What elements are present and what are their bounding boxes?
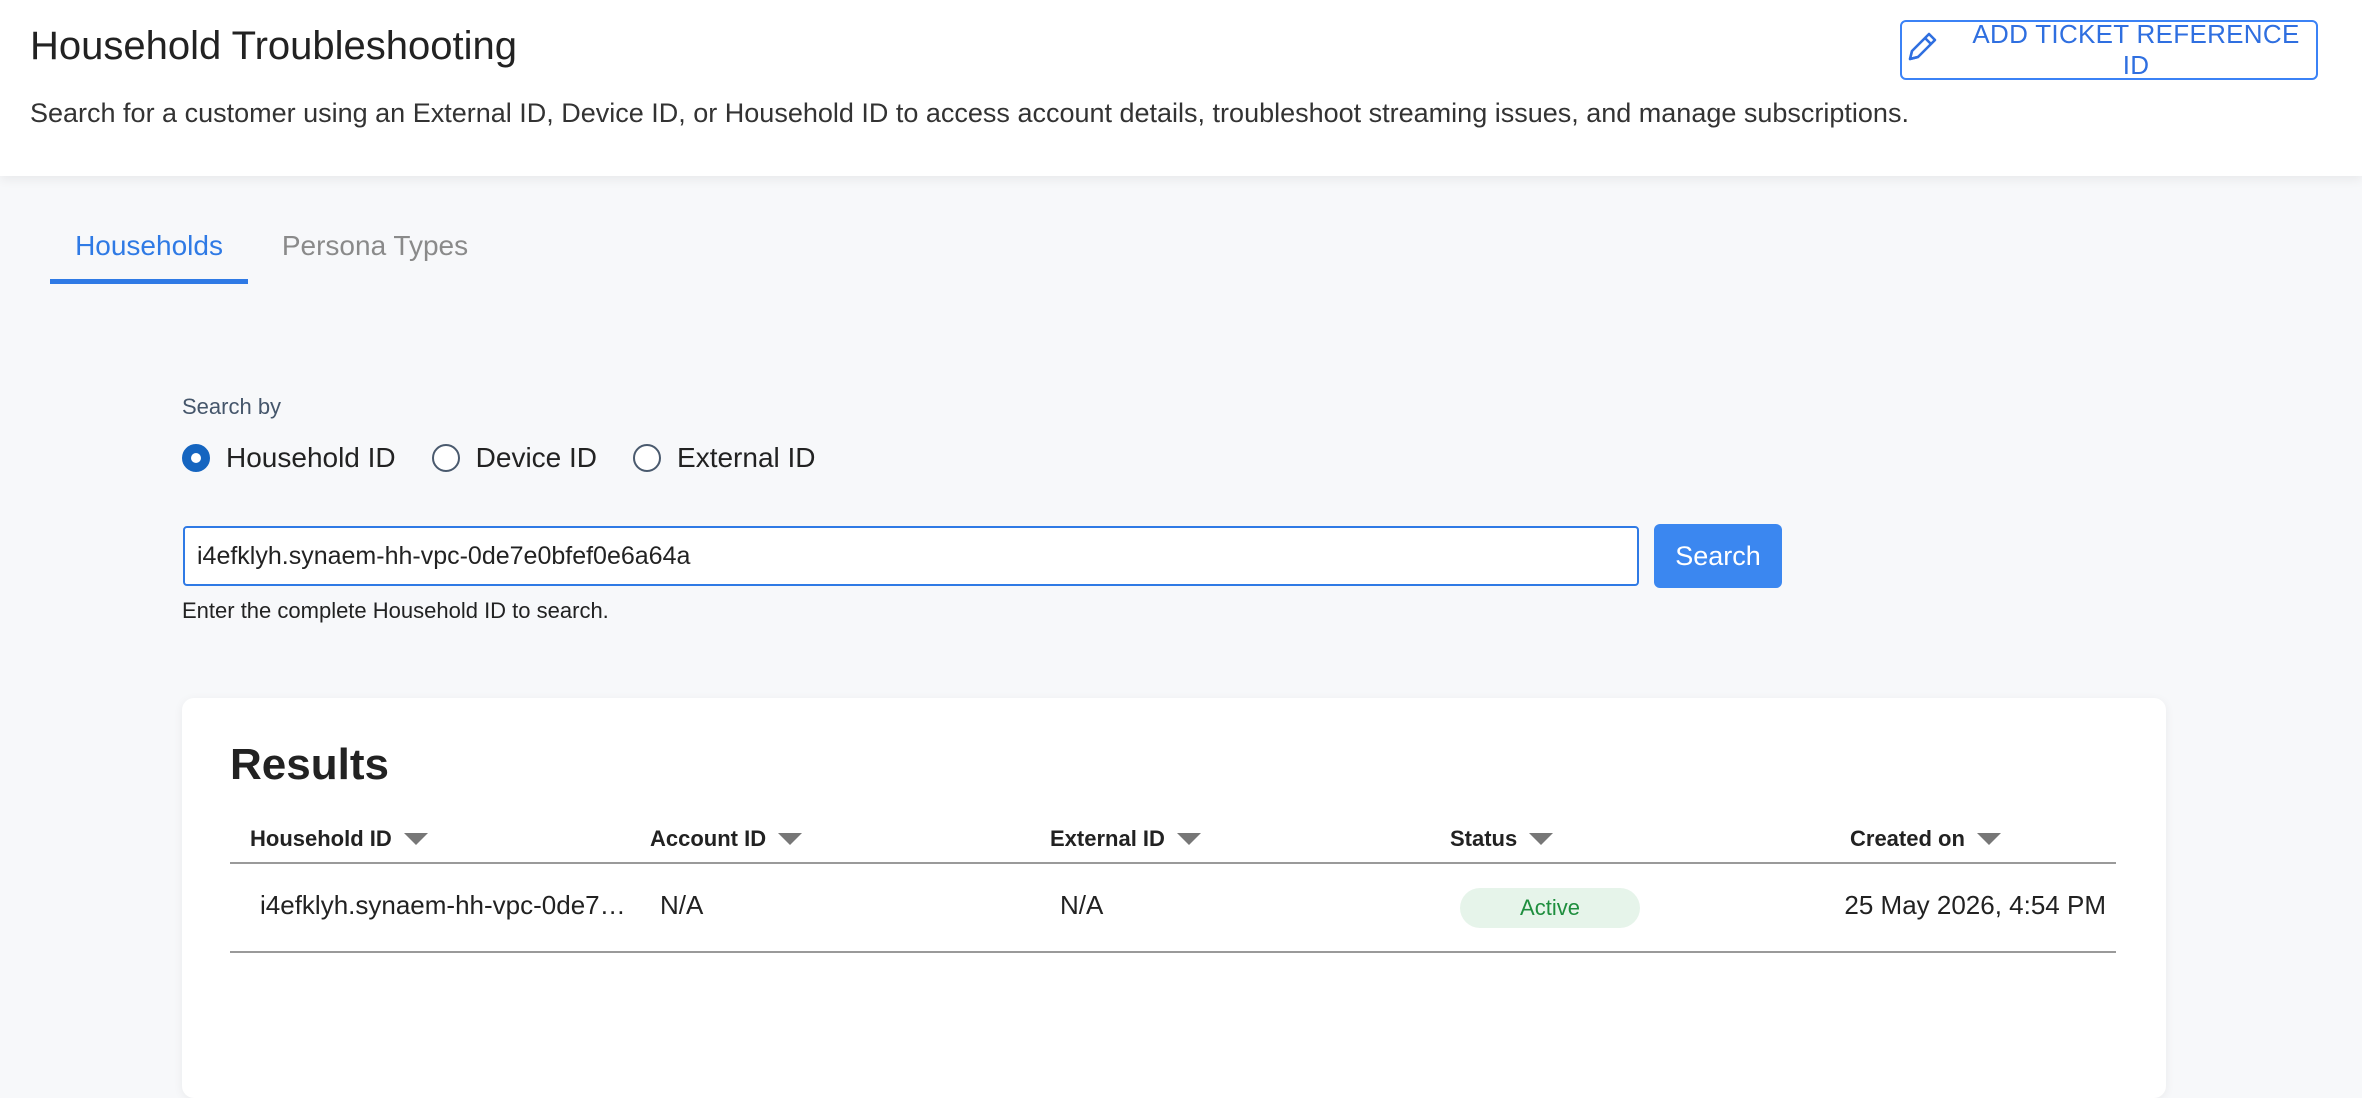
column-header-label: Created on xyxy=(1850,826,1965,851)
radio-device-id-control[interactable] xyxy=(431,444,460,472)
radio-external-id-label: External ID xyxy=(677,442,816,473)
status-badge: Active xyxy=(1460,888,1640,928)
radio-household-id-control[interactable] xyxy=(182,444,210,472)
cell-external-id: N/A xyxy=(1060,890,1104,920)
search-by-label: Search by xyxy=(182,394,282,419)
search-by-radio-group: Household ID Device ID External ID xyxy=(182,438,852,478)
search-helper-text: Enter the complete Household ID to searc… xyxy=(182,598,609,623)
radio-household-id-label: Household ID xyxy=(226,442,396,473)
cell-created-on: 25 May 2026, 4:54 PM xyxy=(1844,890,2106,920)
radio-device-id-label: Device ID xyxy=(475,442,598,473)
sort-caret-icon[interactable] xyxy=(1976,833,2001,845)
cell-household-id[interactable]: i4efklyh.synaem-hh-vpc-0de7e0bfef0e6a64a xyxy=(260,890,638,921)
search-button[interactable]: Search xyxy=(1654,524,1782,588)
results-card: Results Household ID Account ID External… xyxy=(182,698,2166,1098)
table-header-divider xyxy=(230,862,2116,864)
radio-device-id[interactable]: Device ID xyxy=(431,438,598,478)
sort-caret-icon[interactable] xyxy=(1529,833,1554,845)
results-title: Results xyxy=(230,740,389,789)
column-header-household-id[interactable]: Household ID xyxy=(250,826,428,852)
search-input[interactable] xyxy=(183,526,1639,586)
sort-caret-icon[interactable] xyxy=(1176,833,1201,845)
column-header-label: Household ID xyxy=(250,826,392,851)
radio-external-id-control[interactable] xyxy=(633,444,662,472)
sort-caret-icon[interactable] xyxy=(403,833,428,845)
cell-account-id: N/A xyxy=(660,890,704,920)
column-header-label: External ID xyxy=(1050,826,1165,851)
sort-caret-icon[interactable] xyxy=(778,833,803,845)
pencil-icon xyxy=(1902,27,1942,74)
column-header-external-id[interactable]: External ID xyxy=(1050,826,1201,852)
radio-household-id[interactable]: Household ID xyxy=(182,438,396,478)
page-title: Household Troubleshooting xyxy=(30,24,518,68)
column-header-account-id[interactable]: Account ID xyxy=(650,826,803,852)
radio-external-id[interactable]: External ID xyxy=(633,438,816,478)
column-header-label: Account ID xyxy=(650,826,767,851)
add-ticket-reference-label: ADD TICKET REFERENCE ID xyxy=(1972,19,2300,80)
column-header-label: Status xyxy=(1450,826,1518,851)
tab-persona-types[interactable]: Persona Types xyxy=(280,220,470,284)
tab-households[interactable]: Households xyxy=(50,220,248,284)
page-header: Household Troubleshooting Search for a c… xyxy=(0,0,2362,176)
add-ticket-reference-button[interactable]: ADD TICKET REFERENCE ID xyxy=(1900,19,2318,80)
column-header-status[interactable]: Status xyxy=(1450,826,1554,852)
tab-bar: Households Persona Types xyxy=(50,220,650,284)
column-header-created-on[interactable]: Created on xyxy=(1850,826,2001,852)
page-description: Search for a customer using an External … xyxy=(30,98,1909,128)
table-row-divider xyxy=(230,951,2116,953)
